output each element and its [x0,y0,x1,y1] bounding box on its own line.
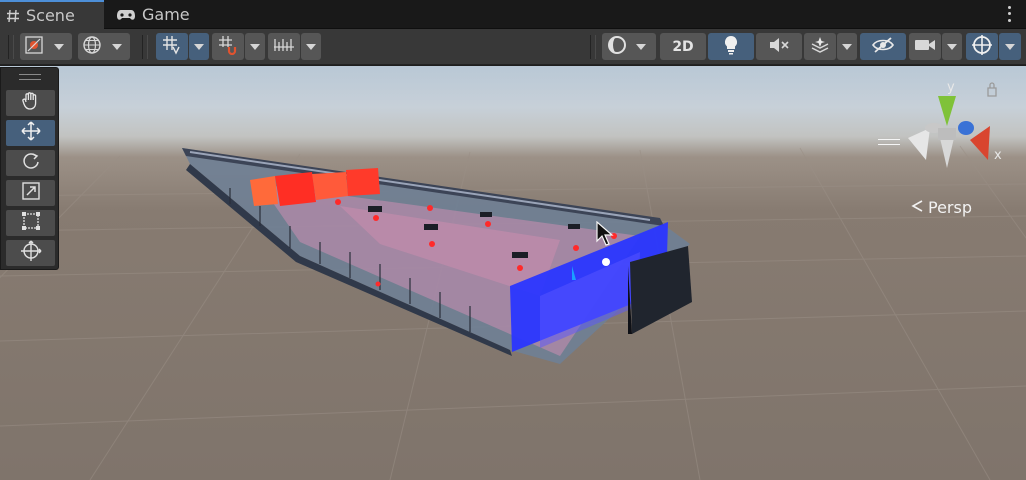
increment-snapping-dropdown[interactable] [245,33,265,60]
palette-drag-handle[interactable] [19,74,41,80]
2d-toggle-button[interactable]: 2D [660,33,706,60]
draw-mode-button[interactable] [602,33,656,60]
camera-icon [914,37,936,57]
mouse-cursor-icon [596,220,616,251]
gizmo-y-label: y [947,80,955,95]
toolbar-grip[interactable] [142,35,148,59]
chevron-down-icon [842,43,852,50]
chevron-left-icon [910,198,924,217]
gizmo-z-cone[interactable] [958,121,974,135]
transform-tool-button[interactable] [6,240,55,266]
speaker-mute-icon [768,36,790,58]
gizmo-y-cone[interactable] [938,96,956,126]
toolbar-grip[interactable] [590,35,596,59]
view-tool-button[interactable] [6,90,55,116]
rect-transform-icon [21,211,41,235]
gizmo-x-label: x [994,148,1002,163]
camera-settings-button[interactable] [909,33,941,60]
gizmo-sphere-icon [971,34,993,60]
lightbulb-icon [722,35,740,59]
scale-icon [21,181,41,205]
gizmos-toggle-button[interactable] [966,33,998,60]
scene-toolbar: 2D [0,29,1026,65]
chevron-down-icon [194,43,204,50]
tab-bar: Scene Game [0,0,1026,29]
lock-icon [987,82,997,97]
increment-snapping-button[interactable] [212,33,244,60]
hand-icon [21,91,41,115]
effects-toggle-button[interactable] [804,33,836,60]
chevron-down-icon [112,43,122,50]
transform-tools-icon [24,35,44,59]
gizmo-neg-x-cone[interactable] [908,128,930,160]
gizmos-dropdown[interactable] [999,33,1021,60]
lighting-toggle-button[interactable] [708,33,754,60]
scene-render [0,145,1026,480]
audio-toggle-button[interactable] [756,33,802,60]
grid-snapping-button[interactable] [156,33,188,60]
chevron-down-icon [250,43,260,50]
chevron-down-icon [1005,43,1015,50]
chevron-down-icon [306,43,316,50]
toolbar-grip[interactable] [8,35,14,59]
globe-icon [82,35,102,59]
tab-game-label: Game [142,5,190,24]
scene-visibility-toggle-button[interactable] [860,33,906,60]
snap-increment-button[interactable] [268,33,300,60]
tab-scene-label: Scene [26,6,75,25]
eye-hidden-icon [871,36,895,58]
move-tool-button[interactable] [6,120,55,146]
grid-snapping-dropdown[interactable] [189,33,209,60]
gizmo-center-cube[interactable] [938,128,956,140]
gamepad-icon [116,8,136,22]
tool-palette [0,67,59,270]
chevron-down-icon [947,43,957,50]
shaded-sphere-icon [607,35,627,59]
chevron-down-icon [54,43,64,50]
gizmo-z-label: z [979,119,985,132]
hash-icon [6,9,20,23]
scene-viewport[interactable] [0,66,1026,480]
effects-dropdown[interactable] [837,33,857,60]
more-options-icon[interactable] [1004,4,1014,24]
scale-tool-button[interactable] [6,180,55,206]
2d-label: 2D [672,38,694,55]
magnet-icon [218,35,238,59]
overlay-menu-icon[interactable] [878,139,900,145]
global-local-toggle-button[interactable] [78,33,130,60]
transform-icon [20,240,42,266]
rotate-tool-button[interactable] [6,150,55,176]
rect-tool-button[interactable] [6,210,55,236]
chevron-down-icon [636,43,646,50]
tab-game[interactable]: Game [110,0,190,29]
gizmo-neg-y-cone[interactable] [940,138,954,168]
projection-label: Persp [928,198,972,217]
tab-scene[interactable]: Scene [0,0,104,29]
camera-settings-dropdown[interactable] [942,33,962,60]
tool-settings-overlay-button[interactable] [20,33,72,60]
ruler-icon [273,36,295,58]
projection-toggle[interactable]: Persp [910,198,972,217]
rotate-icon [21,151,41,175]
move-arrows-icon [20,120,42,146]
effects-stack-icon [810,36,830,58]
grid-snap-icon [162,35,182,59]
snap-increment-dropdown[interactable] [301,33,321,60]
